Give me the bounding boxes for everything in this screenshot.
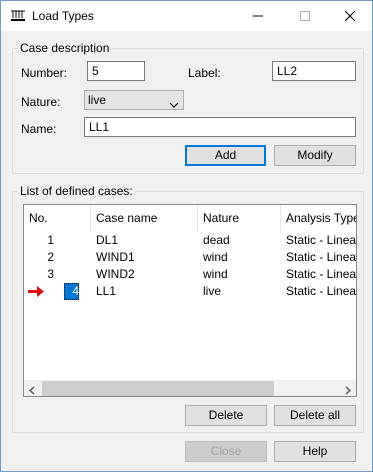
maximize-icon (300, 11, 310, 21)
row-nature: dead (203, 233, 230, 247)
case-description-legend: Case description (20, 41, 110, 55)
window-title: Load Types (32, 9, 94, 23)
row-no: 4 (72, 284, 79, 298)
row-case-name: DL1 (96, 233, 119, 247)
number-field[interactable]: 5 (87, 61, 145, 81)
column-header-analysis-type[interactable]: Analysis Type (286, 211, 356, 225)
number-label: Number: (21, 66, 68, 80)
table-row-selected[interactable]: 4 LL1 live Static - Linear (24, 283, 357, 300)
row-no: 3 (47, 267, 54, 281)
label-label: Label: (188, 66, 221, 80)
delete-button[interactable]: Delete (185, 405, 267, 426)
row-nature: wind (203, 250, 228, 264)
horizontal-scrollbar[interactable] (24, 380, 356, 396)
column-header-no[interactable]: No. (29, 211, 48, 225)
chevron-down-icon (169, 97, 179, 111)
name-label: Name: (21, 122, 57, 136)
table-row[interactable]: 1 DL1 dead Static - Linear (24, 232, 357, 249)
row-nature: wind (203, 267, 228, 281)
minimize-button[interactable] (235, 1, 281, 31)
cases-list-view[interactable]: No. Case name Nature Analysis Type 1 DL1… (23, 204, 357, 397)
close-icon (345, 11, 355, 21)
row-nature: live (203, 284, 222, 298)
cases-list-legend: List of defined cases: (20, 184, 133, 198)
table-row[interactable]: 2 WIND1 wind Static - Linear (24, 249, 357, 266)
row-no: 1 (47, 233, 54, 247)
scroll-thumb[interactable] (42, 381, 274, 396)
nature-select-value: live (88, 93, 107, 107)
modify-button[interactable]: Modify (274, 145, 356, 166)
column-header-nature[interactable]: Nature (203, 211, 239, 225)
help-button[interactable]: Help (274, 441, 356, 462)
red-arrow-icon (28, 286, 44, 300)
column-header-case-name[interactable]: Case name (96, 211, 157, 225)
delete-all-button[interactable]: Delete all (274, 405, 356, 426)
row-analysis-type: Static - Linear (286, 250, 357, 264)
maximize-button[interactable] (282, 1, 328, 31)
title-bar[interactable]: Load Types (1, 1, 372, 31)
load-types-dialog: Load Types Case description Number: 5 La… (0, 0, 373, 472)
table-row[interactable]: 3 WIND2 wind Static - Linear (24, 266, 357, 283)
nature-select[interactable]: live (84, 90, 184, 110)
load-types-icon (10, 9, 26, 23)
nature-label: Nature: (21, 95, 61, 109)
row-analysis-type: Static - Linear (286, 233, 357, 247)
row-case-name: LL1 (96, 284, 117, 298)
minimize-icon (253, 15, 263, 17)
column-separator[interactable] (90, 205, 91, 231)
row-analysis-type: Static - Linear (286, 267, 357, 281)
close-button[interactable]: Close (185, 441, 267, 462)
row-analysis-type: Static - Linear (286, 284, 357, 298)
list-header: No. Case name Nature Analysis Type (24, 205, 356, 231)
name-field[interactable]: LL1 (84, 117, 356, 137)
label-field[interactable]: LL2 (272, 61, 356, 81)
row-case-name: WIND1 (96, 250, 135, 264)
scroll-left-icon[interactable] (28, 384, 35, 396)
row-case-name: WIND2 (96, 267, 135, 281)
column-separator[interactable] (280, 205, 281, 231)
column-separator[interactable] (197, 205, 198, 231)
row-no: 2 (47, 250, 54, 264)
close-window-button[interactable] (327, 1, 373, 31)
scroll-right-icon[interactable] (345, 384, 352, 396)
add-button[interactable]: Add (185, 145, 266, 166)
